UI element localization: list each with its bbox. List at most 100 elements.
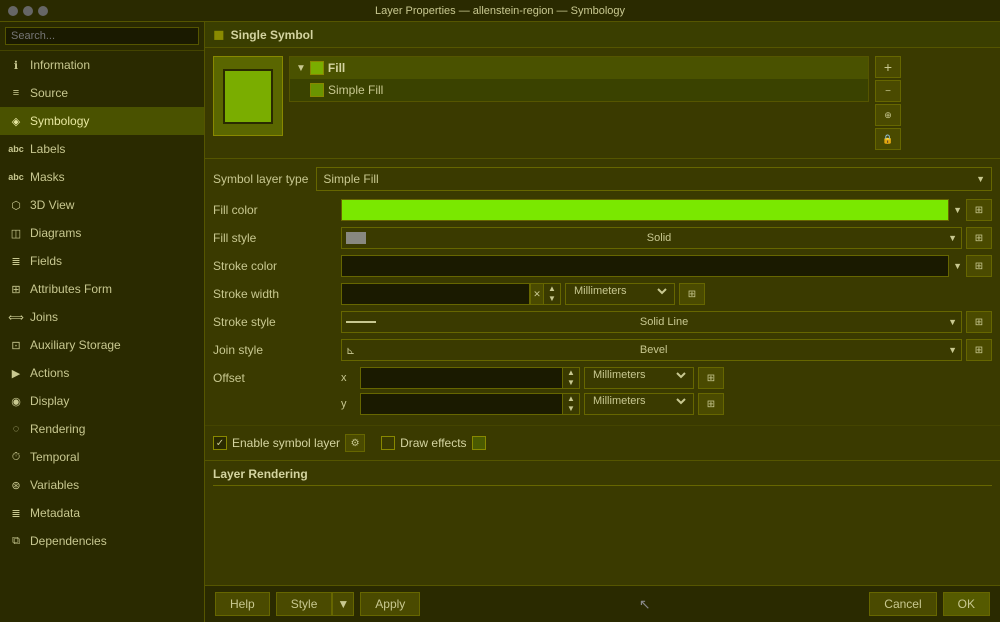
sidebar-item-auxiliary-storage[interactable]: ⊡ Auxiliary Storage [0, 331, 204, 359]
offset-y-input[interactable]: 0.000000 [365, 398, 558, 410]
sidebar-item-dependencies[interactable]: ⧉ Dependencies [0, 527, 204, 555]
fill-style-value: Solid [647, 232, 671, 244]
sidebar-label-labels: Labels [30, 142, 65, 156]
offset-x-input[interactable]: 0.000000 [365, 372, 558, 384]
fill-style-dropdown[interactable]: Solid ▼ [341, 227, 962, 249]
cancel-button[interactable]: Cancel [869, 592, 936, 616]
search-input[interactable] [5, 27, 199, 45]
layer-rendering-section: Layer Rendering [205, 460, 1000, 492]
offset-copy-button[interactable]: ⊞ [698, 367, 724, 389]
fill-color-dropdown-arrow[interactable]: ▼ [953, 205, 962, 215]
stroke-width-up-button[interactable]: ▲ [544, 284, 560, 294]
stroke-style-row: Stroke style Solid Line ▼ ⊞ [213, 311, 992, 333]
sidebar-item-metadata[interactable]: ≣ Metadata [0, 499, 204, 527]
offset-y-up-button[interactable]: ▲ [563, 394, 579, 404]
simple-fill-tree-row[interactable]: Simple Fill [290, 79, 868, 101]
sidebar-item-source[interactable]: ≡ Source [0, 79, 204, 107]
stroke-color-swatch[interactable] [341, 255, 949, 277]
stroke-color-copy-button[interactable]: ⊞ [966, 255, 992, 277]
labels-icon: abc [8, 141, 24, 157]
symbol-preview-inner [223, 69, 273, 124]
sidebar-item-labels[interactable]: abc Labels [0, 135, 204, 163]
sidebar-label-joins: Joins [30, 310, 58, 324]
stroke-width-clear-button[interactable]: ✕ [530, 283, 544, 305]
panel-header: ◼ Single Symbol [205, 22, 1000, 48]
offset-x-spinner[interactable]: ▲ ▼ [563, 367, 580, 389]
stroke-color-dropdown-arrow[interactable]: ▼ [953, 261, 962, 271]
offset-x-up-button[interactable]: ▲ [563, 368, 579, 378]
apply-button[interactable]: Apply [360, 592, 420, 616]
stroke-width-unit-select[interactable]: Millimeters Pixels Points [570, 284, 670, 298]
sidebar-item-actions[interactable]: ▶ Actions [0, 359, 204, 387]
stroke-width-spinner[interactable]: ▲ ▼ [544, 283, 561, 305]
footer-right: Cancel OK [869, 592, 990, 616]
ok-button[interactable]: OK [943, 592, 990, 616]
sidebar-item-display[interactable]: ◉ Display [0, 387, 204, 415]
metadata-icon: ≣ [8, 505, 24, 521]
sidebar-item-joins[interactable]: ⟺ Joins [0, 303, 204, 331]
stroke-width-unit[interactable]: Millimeters Pixels Points [565, 283, 675, 305]
join-style-dropdown[interactable]: ⊾ Bevel ▼ [341, 339, 962, 361]
offset-y-spinner[interactable]: ▲ ▼ [563, 393, 580, 415]
offset-unit[interactable]: Millimeters Pixels Points [584, 367, 694, 389]
sidebar-item-diagrams[interactable]: ◫ Diagrams [0, 219, 204, 247]
lock-button[interactable]: 🔒 [875, 128, 901, 150]
stroke-width-input[interactable]: 0.260000 [346, 288, 525, 300]
offset-x-field[interactable]: 0.000000 [360, 367, 563, 389]
maximize-button[interactable] [38, 6, 48, 16]
stroke-width-field[interactable]: 0.260000 [341, 283, 530, 305]
stroke-width-down-button[interactable]: ▼ [544, 294, 560, 304]
remove-layer-button[interactable]: − [875, 80, 901, 102]
join-style-copy-button[interactable]: ⊞ [966, 339, 992, 361]
style-dropdown-button[interactable]: ▼ [332, 592, 354, 616]
sidebar-item-symbology[interactable]: ◈ Symbology [0, 107, 204, 135]
add-layer-button[interactable]: + [875, 56, 901, 78]
search-bar[interactable] [0, 22, 204, 51]
symbology-icon: ◈ [8, 113, 24, 129]
draw-effects-checkbox[interactable] [381, 436, 395, 450]
fill-tree-row[interactable]: ▼ Fill [290, 57, 868, 79]
symbol-layer-type-row: Symbol layer type Simple Fill ▼ [205, 159, 1000, 195]
symbol-preview [213, 56, 283, 136]
symbol-layer-type-dropdown[interactable]: Simple Fill ▼ [316, 167, 992, 191]
offset-y-row: y 0.000000 ▲ ▼ [341, 393, 992, 415]
fill-style-copy-button[interactable]: ⊞ [966, 227, 992, 249]
join-style-arrow-icon: ▼ [948, 345, 957, 355]
sidebar-item-fields[interactable]: ≣ Fields [0, 247, 204, 275]
offset-y-unit[interactable]: Millimeters Pixels Points [584, 393, 694, 415]
offset-unit-select[interactable]: Millimeters Pixels Points [589, 368, 689, 382]
offset-y-field[interactable]: 0.000000 [360, 393, 563, 415]
stroke-width-copy-button[interactable]: ⊞ [679, 283, 705, 305]
style-button[interactable]: Style [276, 592, 333, 616]
enable-symbol-check[interactable]: ✓ Enable symbol layer ⚙ [213, 434, 365, 452]
sidebar-item-rendering[interactable]: ◌ Rendering [0, 415, 204, 443]
duplicate-layer-button[interactable]: ⊕ [875, 104, 901, 126]
draw-effects-check[interactable]: Draw effects [381, 436, 485, 450]
offset-x-down-button[interactable]: ▼ [563, 378, 579, 388]
simple-fill-color-indicator [310, 83, 324, 97]
sidebar-label-variables: Variables [30, 478, 79, 492]
fill-label: Fill [328, 61, 345, 75]
help-button[interactable]: Help [215, 592, 270, 616]
offset-x-row: x 0.000000 ▲ ▼ [341, 367, 992, 389]
close-button[interactable] [8, 6, 18, 16]
stroke-style-dropdown[interactable]: Solid Line ▼ [341, 311, 962, 333]
fill-color-copy-button[interactable]: ⊞ [966, 199, 992, 221]
sidebar-item-attributes-form[interactable]: ⊞ Attributes Form [0, 275, 204, 303]
minimize-button[interactable] [23, 6, 33, 16]
fill-color-swatch[interactable] [341, 199, 949, 221]
sidebar-item-masks[interactable]: abc Masks [0, 163, 204, 191]
sidebar-item-information[interactable]: ℹ Information [0, 51, 204, 79]
layer-rendering-header: Layer Rendering [213, 467, 992, 486]
offset-y-down-button[interactable]: ▼ [563, 404, 579, 414]
title-bar: Layer Properties — allenstein-region — S… [0, 0, 1000, 22]
enable-symbol-settings-button[interactable]: ⚙ [345, 434, 365, 452]
stroke-style-label: Stroke style [213, 315, 333, 329]
enable-symbol-checkbox[interactable]: ✓ [213, 436, 227, 450]
sidebar-item-temporal[interactable]: ⏱ Temporal [0, 443, 204, 471]
stroke-style-copy-button[interactable]: ⊞ [966, 311, 992, 333]
offset-y-unit-select[interactable]: Millimeters Pixels Points [589, 394, 689, 408]
sidebar-item-3dview[interactable]: ⬡ 3D View [0, 191, 204, 219]
offset-y-copy-button[interactable]: ⊞ [698, 393, 724, 415]
sidebar-item-variables[interactable]: ⊛ Variables [0, 471, 204, 499]
